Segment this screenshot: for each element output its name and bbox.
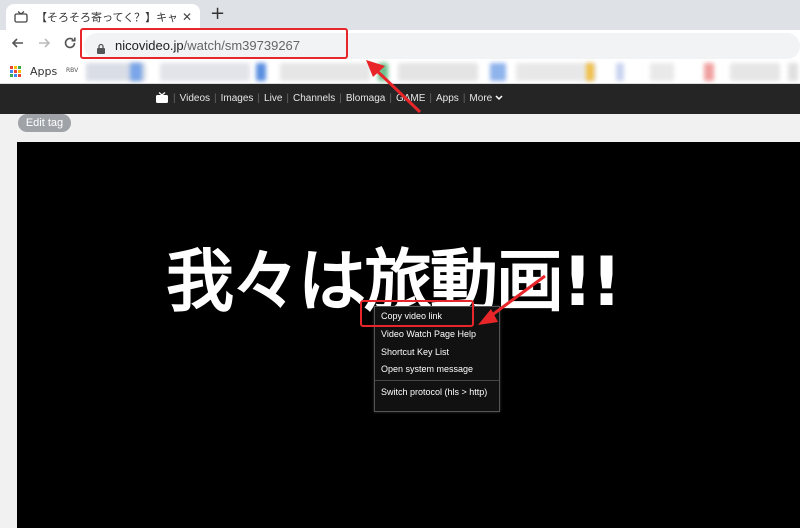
menu-annotation-arrow [478, 274, 546, 325]
url-annotation-arrow [366, 60, 422, 114]
annotation-arrows [366, 60, 546, 325]
